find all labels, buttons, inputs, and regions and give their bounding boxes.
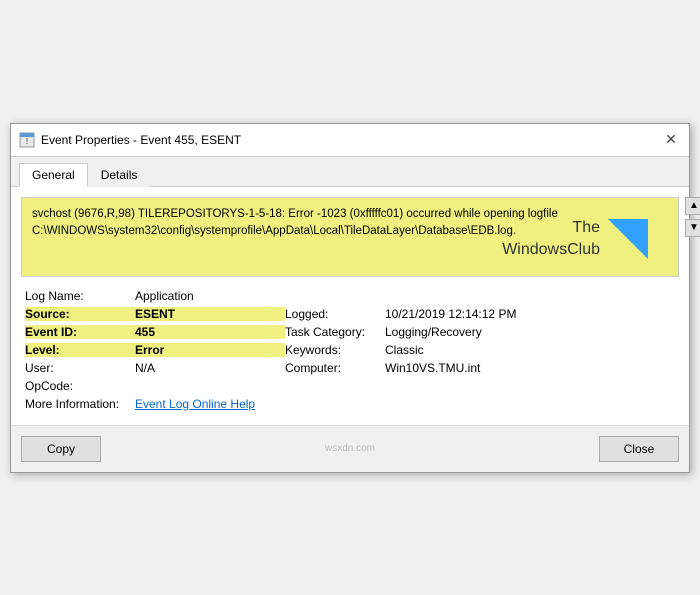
source-label: Source: <box>25 307 135 321</box>
watermark: wsxdn.com <box>325 443 375 454</box>
footer: Copy wsxdn.com Close <box>11 425 689 472</box>
user-row: User: N/A <box>25 361 285 375</box>
opcode-row: OpCode: <box>25 379 285 393</box>
opcode-label: OpCode: <box>25 379 135 393</box>
level-label: Level: <box>25 343 135 357</box>
logged-row: Logged: 10/21/2019 12:14:12 PM <box>285 307 675 321</box>
two-column-section: Source: ESENT Event ID: 455 Level: Error <box>25 307 675 397</box>
computer-label: Computer: <box>285 361 385 375</box>
keywords-label: Keywords: <box>285 343 385 357</box>
more-info-label: More Information: <box>25 397 135 411</box>
log-name-row: Log Name: Application <box>25 289 675 303</box>
user-label: User: <box>25 361 135 375</box>
content-area: svchost (9676,R,98) TILEREPOSITORYS-1-5-… <box>11 187 689 425</box>
window-icon: ! <box>19 132 35 148</box>
svg-text:!: ! <box>26 137 28 146</box>
event-id-row: Event ID: 455 <box>25 325 285 339</box>
message-container: svchost (9676,R,98) TILEREPOSITORYS-1-5-… <box>21 197 679 277</box>
event-log-online-help-link[interactable]: Event Log Online Help <box>135 397 255 411</box>
task-category-row: Task Category: Logging/Recovery <box>285 325 675 339</box>
source-row: Source: ESENT <box>25 307 285 321</box>
copy-button[interactable]: Copy <box>21 436 101 462</box>
tab-general[interactable]: General <box>19 163 88 187</box>
level-value: Error <box>135 343 285 357</box>
user-value: N/A <box>135 361 285 375</box>
title-bar: ! Event Properties - Event 455, ESENT ✕ <box>11 124 689 157</box>
level-row: Level: Error <box>25 343 285 357</box>
computer-row: Computer: Win10VS.TMU.int <box>285 361 675 375</box>
computer-value: Win10VS.TMU.int <box>385 361 675 375</box>
event-properties-window: ! Event Properties - Event 455, ESENT ✕ … <box>10 123 690 473</box>
event-id-label: Event ID: <box>25 325 135 339</box>
right-column: Logged: 10/21/2019 12:14:12 PM Task Cate… <box>285 307 675 397</box>
logo-line1: The <box>502 217 600 239</box>
scroll-up-button[interactable]: ▲ <box>685 197 700 215</box>
left-column: Source: ESENT Event ID: 455 Level: Error <box>25 307 285 397</box>
window-title: Event Properties - Event 455, ESENT <box>41 133 241 147</box>
task-category-label: Task Category: <box>285 325 385 339</box>
source-value: ESENT <box>135 307 285 321</box>
logged-value: 10/21/2019 12:14:12 PM <box>385 307 675 321</box>
keywords-row: Keywords: Classic <box>285 343 675 357</box>
keywords-value: Classic <box>385 343 675 357</box>
event-id-value: 455 <box>135 325 285 339</box>
scroll-down-button[interactable]: ▼ <box>685 219 700 237</box>
close-button[interactable]: Close <box>599 436 679 462</box>
event-message-text: svchost (9676,R,98) TILEREPOSITORYS-1-5-… <box>32 208 558 237</box>
title-bar-left: ! Event Properties - Event 455, ESENT <box>19 132 241 148</box>
event-message-box: svchost (9676,R,98) TILEREPOSITORYS-1-5-… <box>21 197 679 277</box>
close-icon[interactable]: ✕ <box>661 130 681 150</box>
logo-icon <box>608 219 648 259</box>
tab-details[interactable]: Details <box>88 163 151 187</box>
log-name-label: Log Name: <box>25 289 135 303</box>
fields-section: Log Name: Application Source: ESENT Even… <box>21 289 679 411</box>
logged-label: Logged: <box>285 307 385 321</box>
tab-bar: General Details <box>11 157 689 187</box>
logo-line2: WindowsClub <box>502 239 600 261</box>
more-info-row: More Information: Event Log Online Help <box>25 397 675 411</box>
task-category-value: Logging/Recovery <box>385 325 675 339</box>
log-name-value: Application <box>135 289 675 303</box>
